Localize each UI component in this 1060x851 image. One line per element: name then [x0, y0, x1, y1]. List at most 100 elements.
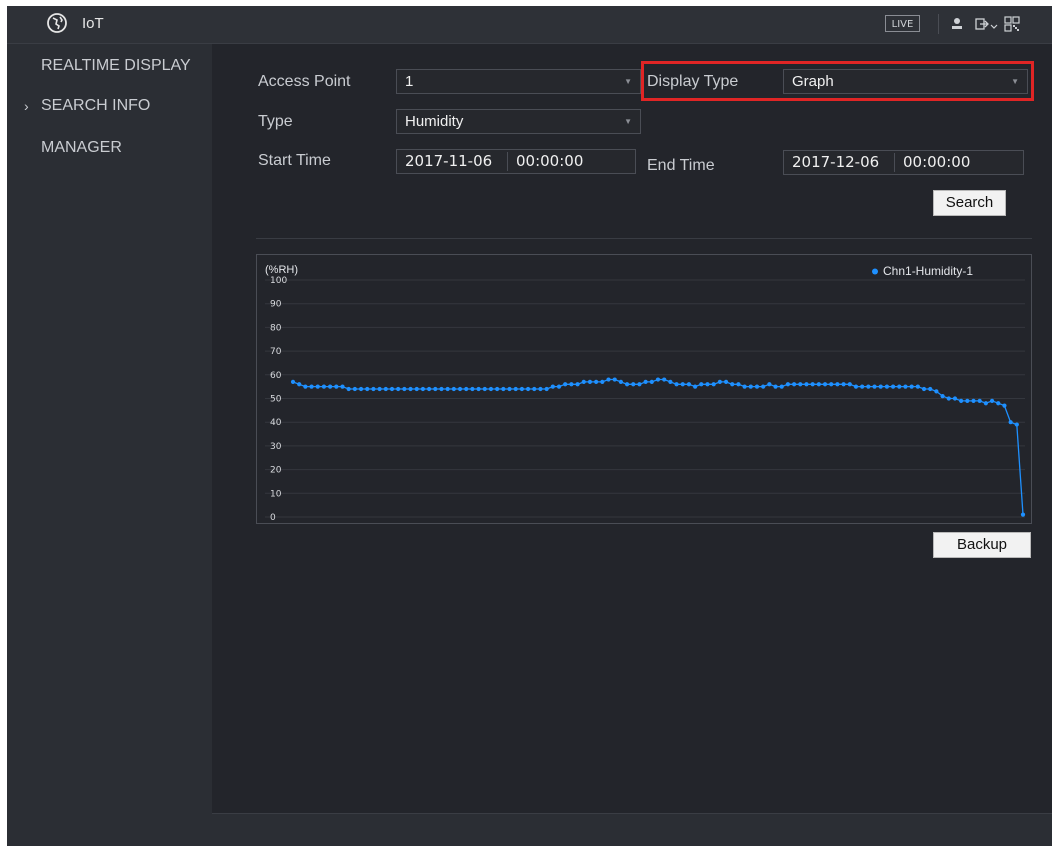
app-window: IoT LIVE REALTIME DISPLAY › SEARCH INFO …	[7, 6, 1052, 846]
y-axis-label: (%RH)	[265, 264, 298, 276]
section-divider	[256, 238, 1032, 239]
sidebar-item-search-info[interactable]: › SEARCH INFO	[7, 91, 212, 121]
data-point	[427, 386, 432, 392]
y-tick-label: 50	[270, 395, 282, 405]
data-point	[792, 382, 797, 387]
sidebar-item-label: MANAGER	[41, 139, 122, 156]
data-point	[594, 379, 599, 385]
start-time-field[interactable]: 2017-11-06 00:00:00	[396, 149, 636, 174]
data-point	[686, 382, 692, 387]
data-point	[897, 384, 902, 389]
data-point	[847, 382, 852, 387]
series-line	[292, 378, 1024, 515]
sidebar-item-realtime-display[interactable]: REALTIME DISPLAY	[7, 51, 212, 81]
app-title: IoT	[82, 15, 104, 32]
start-date-value[interactable]: 2017-11-06	[405, 150, 492, 173]
data-point	[835, 382, 840, 387]
data-point	[761, 384, 766, 389]
y-tick-label: 70	[270, 347, 282, 357]
humidity-chart: 100 90 80 70 60 50 40 30 20 10 0 (%RH) Chn1-Humidity…	[256, 254, 1032, 524]
data-point	[389, 386, 395, 392]
data-point	[371, 386, 376, 392]
end-time-field[interactable]: 2017-12-06 00:00:00	[783, 150, 1024, 175]
data-point	[779, 384, 784, 389]
data-point	[798, 382, 803, 387]
data-point	[674, 382, 679, 387]
data-point	[321, 384, 327, 389]
data-point	[921, 386, 927, 392]
data-point	[297, 382, 302, 387]
backup-button[interactable]: Backup	[933, 532, 1031, 558]
chevron-down-icon[interactable]	[990, 15, 998, 33]
display-type-select[interactable]: Graph ▼	[783, 69, 1028, 94]
data-point	[928, 386, 933, 392]
data-point	[965, 398, 970, 403]
data-point	[649, 379, 654, 385]
data-point	[556, 384, 562, 389]
data-point	[334, 384, 339, 389]
data-point	[723, 379, 729, 385]
end-time-value[interactable]: 00:00:00	[903, 151, 970, 174]
data-point	[581, 379, 586, 385]
data-point	[890, 384, 896, 389]
y-tick-label: 60	[270, 371, 282, 381]
data-point	[909, 384, 914, 389]
data-point	[563, 382, 568, 387]
data-point	[600, 379, 605, 385]
data-point	[507, 386, 512, 392]
data-point	[396, 386, 401, 392]
y-tick-label: 30	[270, 442, 282, 452]
data-point	[668, 379, 673, 385]
data-point	[841, 382, 846, 387]
data-point	[488, 386, 494, 392]
search-button[interactable]: Search	[933, 190, 1006, 216]
data-point	[328, 384, 333, 389]
type-select[interactable]: Humidity ▼	[396, 109, 641, 134]
data-point	[816, 382, 821, 387]
data-point	[457, 386, 463, 392]
user-icon[interactable]	[948, 15, 966, 33]
data-point	[934, 389, 939, 394]
y-tick-label: 100	[270, 276, 287, 286]
data-point	[878, 384, 883, 389]
data-point	[383, 386, 388, 392]
access-point-select[interactable]: 1 ▼	[396, 69, 641, 94]
data-point	[736, 382, 741, 387]
data-point	[989, 398, 995, 403]
live-button[interactable]: LIVE	[885, 15, 920, 32]
data-point	[637, 382, 642, 387]
y-tick-label: 10	[270, 489, 282, 499]
data-point	[996, 401, 1001, 406]
start-time-label: Start Time	[258, 152, 331, 169]
data-point	[946, 396, 951, 401]
type-value: Humidity	[405, 113, 464, 130]
start-time-value[interactable]: 00:00:00	[516, 150, 583, 173]
data-point	[544, 386, 549, 392]
data-point	[402, 386, 407, 392]
data-point	[655, 377, 661, 382]
sidebar-item-manager[interactable]: MANAGER	[7, 133, 212, 163]
footer-bar	[212, 813, 1052, 846]
data-point	[971, 398, 976, 403]
data-point	[482, 386, 487, 392]
data-point	[903, 384, 908, 389]
data-point	[624, 382, 630, 387]
data-point	[631, 382, 636, 387]
data-point	[810, 382, 815, 387]
logout-icon[interactable]	[973, 15, 991, 33]
qr-code-icon[interactable]	[1003, 15, 1021, 33]
y-tick-label: 90	[270, 300, 282, 310]
data-point	[445, 386, 450, 392]
type-label: Type	[258, 113, 293, 130]
data-point	[352, 386, 357, 392]
data-point	[618, 379, 623, 385]
data-point	[476, 386, 481, 392]
access-point-label: Access Point	[258, 73, 351, 90]
data-point	[495, 386, 500, 392]
data-point	[860, 384, 865, 389]
data-point	[433, 386, 438, 392]
end-date-value[interactable]: 2017-12-06	[792, 151, 879, 174]
sidebar-item-label: SEARCH INFO	[41, 97, 151, 114]
data-point	[408, 386, 413, 392]
y-tick-label: 20	[270, 466, 282, 476]
